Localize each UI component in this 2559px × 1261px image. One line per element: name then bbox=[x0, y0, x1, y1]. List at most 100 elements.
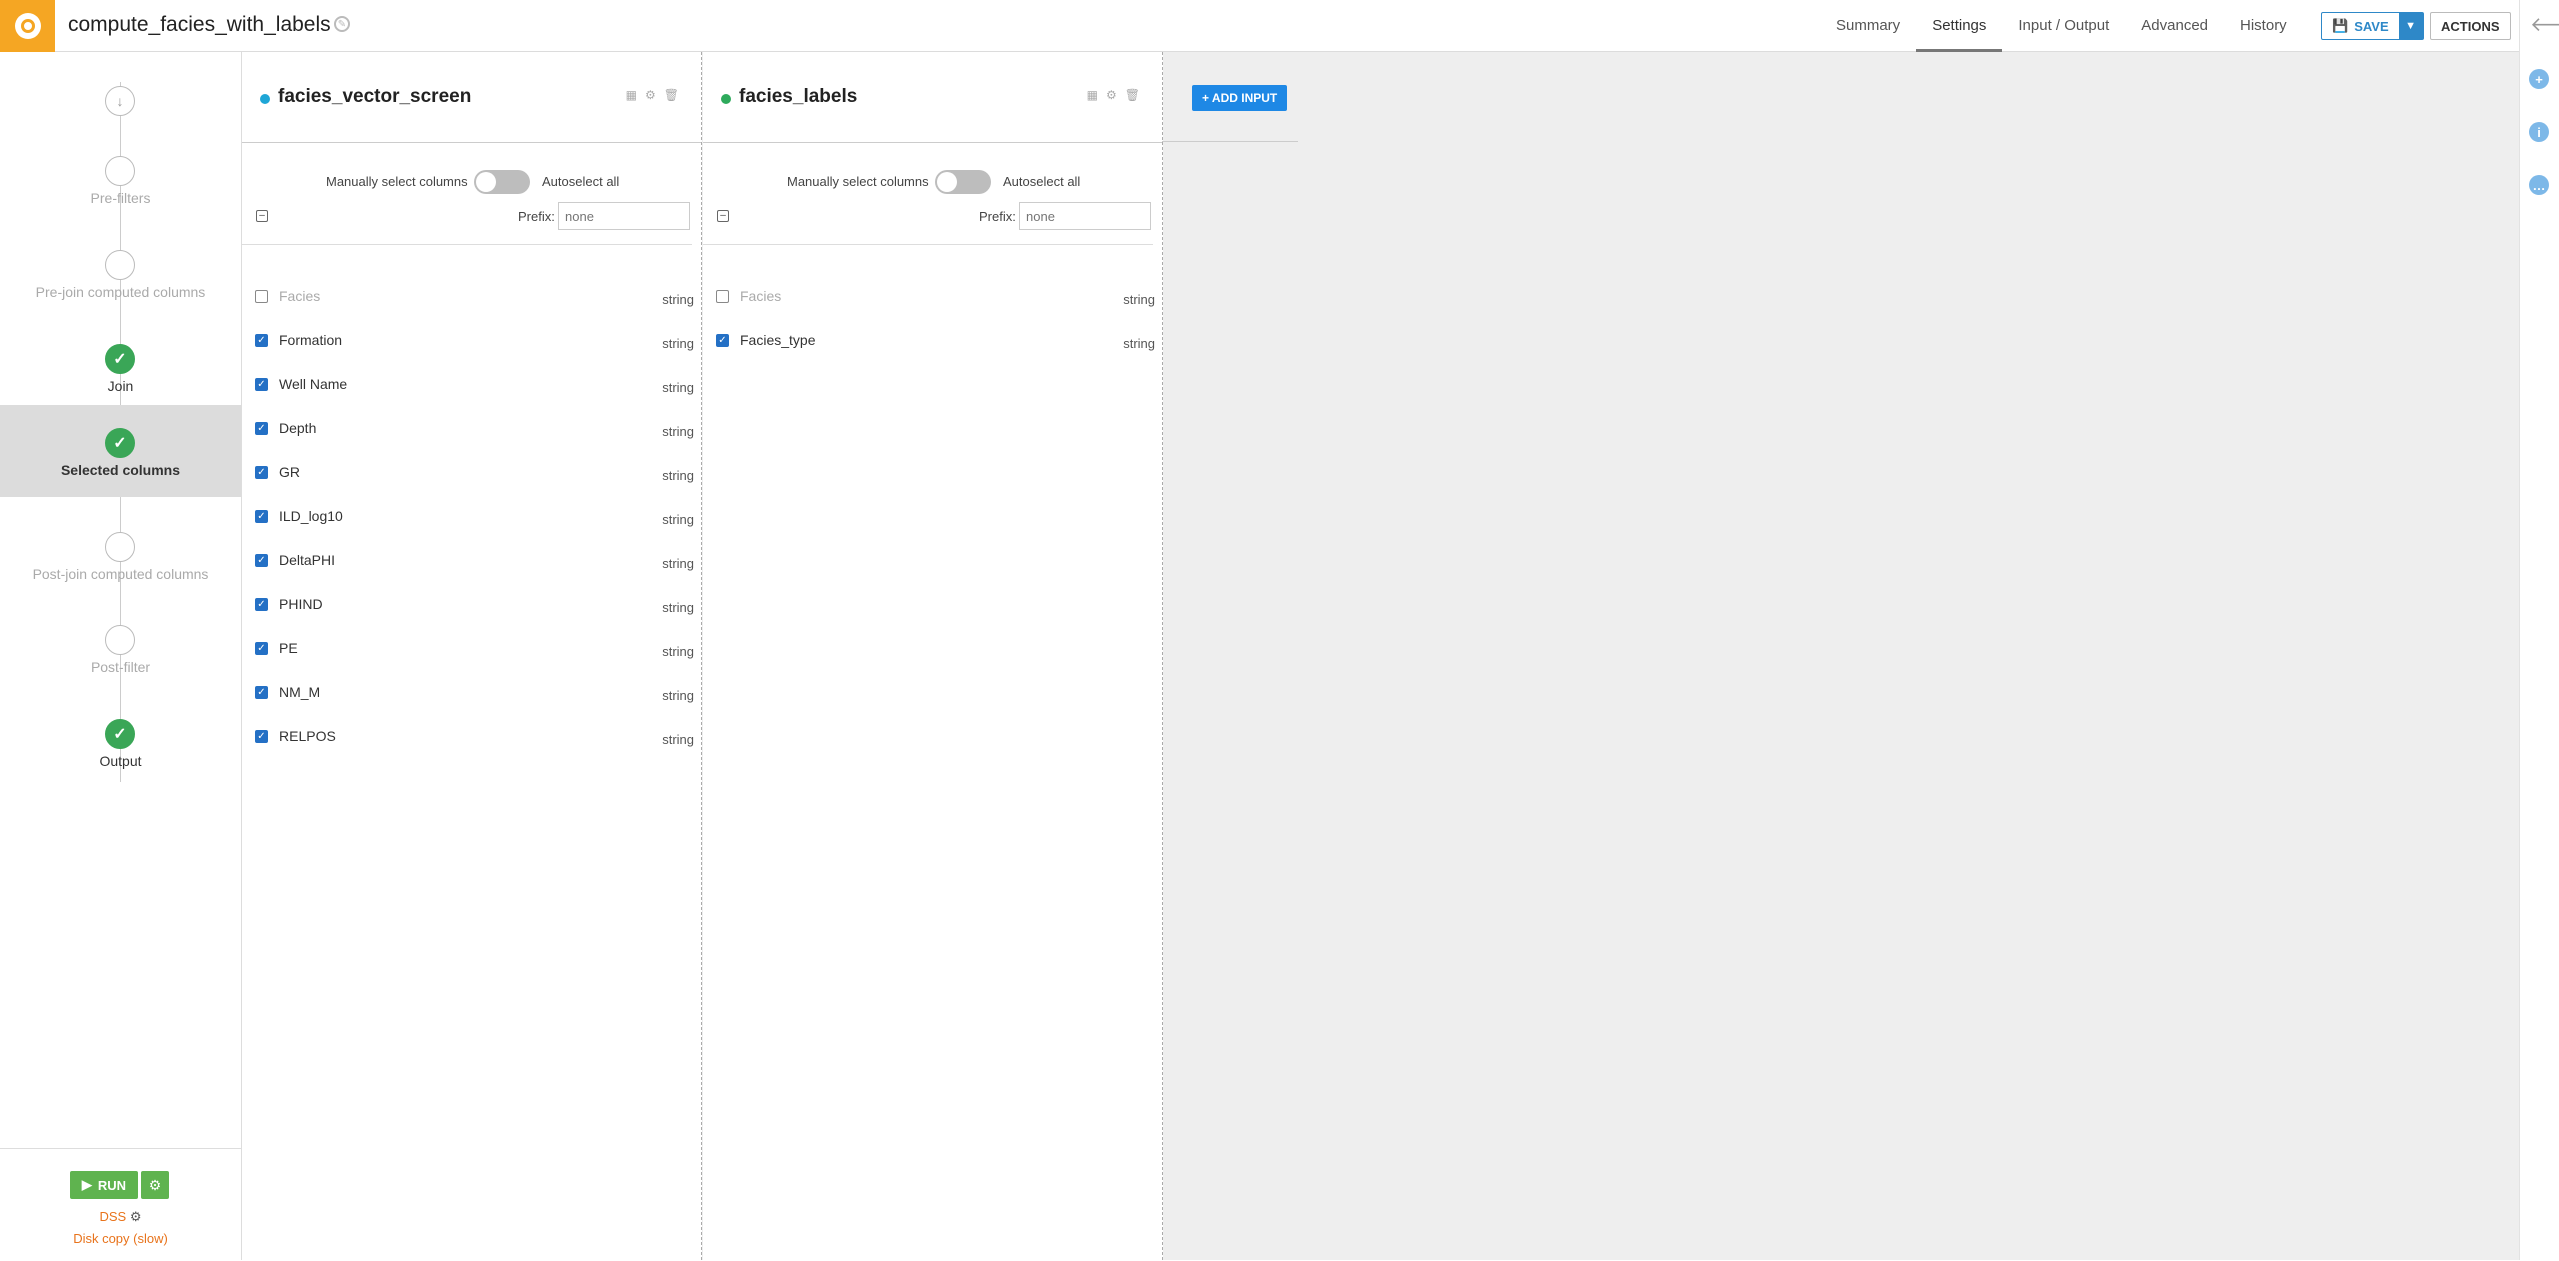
column-row[interactable]: ✓ PHIND string bbox=[242, 584, 702, 628]
manual-select-label: Manually select columns bbox=[326, 174, 468, 189]
column-row[interactable]: ✓ Facies_type string bbox=[703, 320, 1163, 364]
column-row[interactable]: ✓ NM_M string bbox=[242, 672, 702, 716]
selection-mode-row: Manually select columns Autoselect all bbox=[242, 170, 701, 194]
column-name: RELPOS bbox=[279, 728, 336, 744]
selection-mode-toggle[interactable] bbox=[935, 170, 991, 194]
engine-selector[interactable]: DSS ⚙ bbox=[0, 1209, 241, 1225]
add-input-divider bbox=[1162, 141, 1298, 142]
tab-summary[interactable]: Summary bbox=[1820, 0, 1916, 52]
prefix-label: Prefix: bbox=[518, 209, 555, 224]
column-name: PHIND bbox=[279, 596, 323, 612]
column-row[interactable]: ✓ ILD_log10 string bbox=[242, 496, 702, 540]
column-checkbox[interactable]: ✓ bbox=[255, 598, 268, 611]
column-type: string bbox=[662, 644, 694, 659]
tab-advanced[interactable]: Advanced bbox=[2125, 0, 2224, 52]
plus-circle-icon[interactable]: + bbox=[2529, 69, 2549, 89]
table-icon[interactable]: ▦ bbox=[1087, 88, 1098, 102]
gear-icon[interactable]: ⚙ bbox=[1106, 88, 1117, 102]
column-row[interactable]: ✓ Well Name string bbox=[242, 364, 702, 408]
column-checkbox[interactable]: ✓ bbox=[255, 730, 268, 743]
logo-icon bbox=[14, 13, 41, 39]
column-row[interactable]: ✓ Formation string bbox=[242, 320, 702, 364]
tab-history[interactable]: History bbox=[2224, 0, 2303, 52]
step-post-filter[interactable]: Post-filter bbox=[0, 615, 241, 679]
column-row[interactable]: ✓ PE string bbox=[242, 628, 702, 672]
info-icon[interactable]: i bbox=[2529, 122, 2549, 142]
column-checkbox[interactable] bbox=[255, 290, 268, 303]
column-checkbox[interactable]: ✓ bbox=[255, 422, 268, 435]
save-dropdown-button[interactable]: ▼ bbox=[2398, 13, 2423, 39]
table-icon[interactable]: ▦ bbox=[626, 88, 637, 102]
selection-mode-row: Manually select columns Autoselect all bbox=[703, 170, 1162, 194]
run-button[interactable]: ▶ RUN bbox=[70, 1171, 138, 1199]
column-type: string bbox=[662, 688, 694, 703]
column-checkbox[interactable]: ✓ bbox=[255, 510, 268, 523]
step-post-join-computed-columns[interactable]: Post-join computed columns bbox=[0, 522, 241, 586]
check-icon: ✓ bbox=[105, 719, 135, 749]
divider bbox=[703, 244, 1153, 245]
manual-select-label: Manually select columns bbox=[787, 174, 929, 189]
step-join[interactable]: ✓ Join bbox=[0, 334, 241, 398]
column-checkbox[interactable]: ✓ bbox=[255, 466, 268, 479]
play-icon: ▶ bbox=[81, 1177, 92, 1192]
dataset-panel-facies-labels: facies_labels ▦ ⚙ 🗑 Manually select colu… bbox=[703, 52, 1163, 1260]
column-name: NM_M bbox=[279, 684, 321, 700]
step-circle bbox=[105, 156, 135, 186]
step-pre-filters[interactable]: Pre-filters bbox=[0, 146, 241, 210]
toggle-all-checkbox[interactable]: – bbox=[256, 210, 268, 222]
column-row[interactable]: ✓ Depth string bbox=[242, 408, 702, 452]
column-checkbox[interactable] bbox=[716, 290, 729, 303]
gear-icon[interactable]: ⚙ bbox=[141, 1171, 169, 1199]
check-icon: ✓ bbox=[105, 428, 135, 458]
column-row[interactable]: ✓ GR string bbox=[242, 452, 702, 496]
column-type: string bbox=[662, 468, 694, 483]
column-row[interactable]: Facies string bbox=[703, 276, 1163, 320]
column-checkbox[interactable]: ✓ bbox=[255, 642, 268, 655]
column-checkbox[interactable]: ✓ bbox=[255, 554, 268, 567]
step-label: Selected columns bbox=[60, 462, 181, 478]
arrow-left-icon[interactable]: 🡐 bbox=[2530, 12, 2559, 37]
prefix-label: Prefix: bbox=[979, 209, 1016, 224]
step-selected-columns[interactable]: ✓ Selected columns bbox=[0, 405, 241, 497]
toggle-all-checkbox[interactable]: – bbox=[717, 210, 729, 222]
autoselect-label: Autoselect all bbox=[1003, 174, 1081, 189]
column-row[interactable]: ✓ DeltaPHI string bbox=[242, 540, 702, 584]
column-checkbox[interactable]: ✓ bbox=[716, 334, 729, 347]
selection-mode-toggle[interactable] bbox=[474, 170, 530, 194]
step-label: Join bbox=[107, 378, 134, 394]
main-content: facies_vector_screen ▦ ⚙ 🗑 Manually sele… bbox=[242, 52, 2519, 1260]
step-circle bbox=[105, 625, 135, 655]
step-label: Post-filter bbox=[90, 659, 151, 675]
save-label: SAVE bbox=[2354, 18, 2389, 34]
step-circle bbox=[105, 532, 135, 562]
recipe-title[interactable]: compute_facies_with_labels bbox=[68, 13, 331, 37]
step-output[interactable]: ✓ Output bbox=[0, 709, 241, 773]
dataset-name[interactable]: facies_vector_screen bbox=[278, 86, 471, 108]
dataset-name[interactable]: facies_labels bbox=[739, 86, 857, 108]
add-input-button[interactable]: + ADD INPUT bbox=[1192, 85, 1288, 111]
chat-icon[interactable]: … bbox=[2529, 175, 2549, 195]
trash-icon[interactable]: 🗑 bbox=[664, 88, 679, 102]
column-type: string bbox=[662, 512, 694, 527]
recipe-tabs: Summary Settings Input / Output Advanced… bbox=[1820, 0, 2303, 52]
trash-icon[interactable]: 🗑 bbox=[1125, 88, 1140, 102]
prefix-input[interactable] bbox=[1019, 202, 1151, 230]
recipe-steps-sidebar: ↓ Pre-filters Pre-join computed columns … bbox=[0, 52, 242, 1260]
column-checkbox[interactable]: ✓ bbox=[255, 334, 268, 347]
autoselect-label: Autoselect all bbox=[542, 174, 620, 189]
step-pre-join-computed-columns[interactable]: Pre-join computed columns bbox=[0, 240, 241, 304]
save-button[interactable]: 💾 SAVE bbox=[2322, 13, 2399, 39]
gear-icon[interactable]: ⚙ bbox=[645, 88, 656, 102]
divider bbox=[242, 244, 692, 245]
column-row[interactable]: ✓ RELPOS string bbox=[242, 716, 702, 760]
actions-button[interactable]: ACTIONS bbox=[2430, 12, 2511, 40]
tab-settings[interactable]: Settings bbox=[1916, 0, 2003, 52]
save-button-group: 💾 SAVE ▼ bbox=[2321, 12, 2424, 40]
tab-input-output[interactable]: Input / Output bbox=[2002, 0, 2125, 52]
column-checkbox[interactable]: ✓ bbox=[255, 378, 268, 391]
column-row[interactable]: Facies string bbox=[242, 276, 702, 320]
dss-logo[interactable] bbox=[0, 0, 55, 52]
column-checkbox[interactable]: ✓ bbox=[255, 686, 268, 699]
pencil-icon[interactable]: ✎ bbox=[334, 16, 350, 32]
prefix-input[interactable] bbox=[558, 202, 690, 230]
